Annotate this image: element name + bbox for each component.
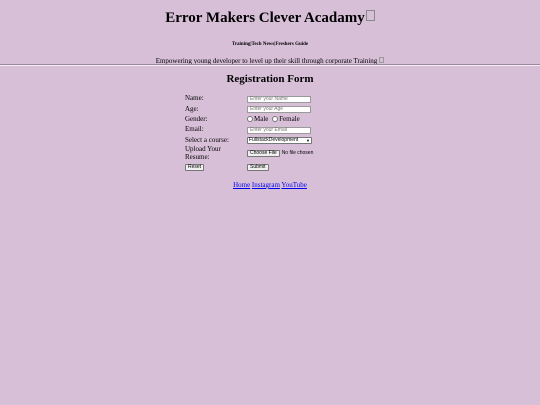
- site-title: Error Makers Clever Acadamy: [0, 0, 540, 26]
- instagram-link[interactable]: Instagram: [252, 181, 280, 189]
- form-row-name: Name: Enter your Name: [185, 93, 313, 103]
- course-selected-value: FullstackDevelopment: [249, 137, 299, 144]
- form-row-actions: Reset Submit: [185, 161, 313, 171]
- resume-label: Upload Your Resume:: [185, 144, 221, 161]
- home-link[interactable]: Home: [233, 181, 250, 189]
- missing-glyph-icon: [365, 10, 375, 21]
- submit-button[interactable]: Submit: [247, 163, 269, 171]
- form-title: Registration Form: [226, 73, 314, 85]
- chevron-down-icon: ▼: [306, 138, 310, 144]
- course-select[interactable]: FullstackDevelopment ▼: [247, 137, 312, 145]
- form-row-course: Select a course: FullstackDevelopment ▼: [185, 135, 313, 145]
- footer-links: Home Instagram YouTube: [0, 181, 540, 189]
- name-input[interactable]: Enter your Name: [247, 95, 311, 103]
- female-radio[interactable]: [272, 115, 279, 122]
- form-row-resume: Upload Your Resume: Choose File No file c…: [185, 145, 313, 161]
- top-nav-links: Training|Tech News|Freshers Guide: [231, 42, 309, 47]
- male-label: Male: [254, 114, 269, 123]
- email-input[interactable]: Enter your Email: [247, 126, 311, 134]
- age-input[interactable]: Enter your Age: [247, 106, 311, 114]
- horizontal-rule: [0, 64, 540, 66]
- form-row-age: Age: Enter your Age: [185, 103, 313, 114]
- male-radio[interactable]: [247, 115, 253, 122]
- file-status: No file chosen: [281, 150, 314, 157]
- choose-file-button[interactable]: Choose File: [247, 149, 280, 157]
- missing-glyph-icon: [379, 57, 385, 63]
- registration-form: Name: Enter your Name Age: Enter your Ag…: [185, 93, 313, 171]
- form-row-gender: Gender: Male Female: [185, 114, 313, 124]
- youtube-link[interactable]: YouTube: [281, 181, 307, 189]
- form-row-email: Email: Enter your Email: [185, 124, 313, 134]
- reset-button[interactable]: Reset: [185, 163, 205, 171]
- gender-label: Gender:: [185, 114, 208, 123]
- course-label: Select a course:: [185, 135, 229, 144]
- email-label: Email:: [185, 125, 204, 134]
- name-label: Name:: [185, 94, 204, 103]
- page-header: Error Makers Clever Acadamy Training|Tec…: [0, 0, 540, 66]
- age-label: Age:: [185, 104, 199, 113]
- female-label: Female: [279, 114, 300, 123]
